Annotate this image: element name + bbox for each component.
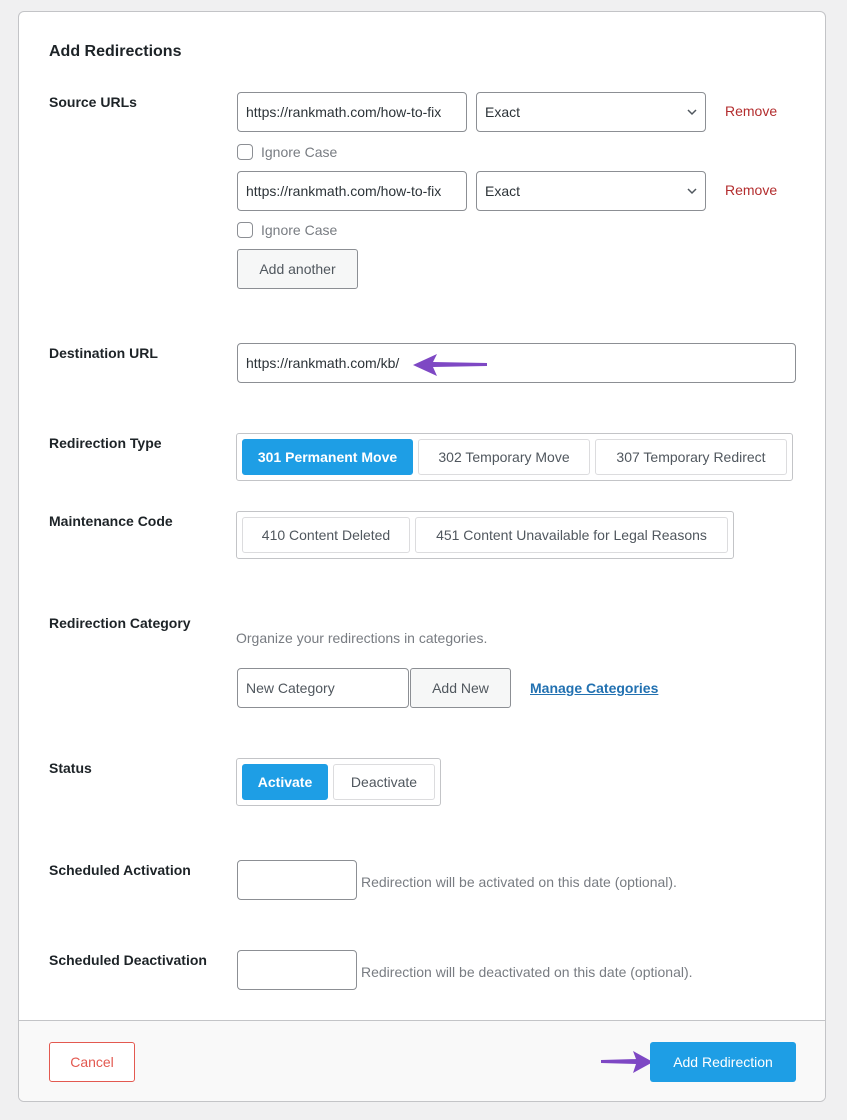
maintenance-code-451[interactable]: 451 Content Unavailable for Legal Reason… <box>415 517 728 553</box>
manage-categories-link[interactable]: Manage Categories <box>530 680 658 696</box>
add-redirection-button[interactable]: Add Redirection <box>650 1042 796 1082</box>
match-type-value-2: Exact <box>485 183 521 199</box>
destination-url-input[interactable]: https://rankmath.com/kb/ <box>237 343 796 383</box>
ignore-case-label-2: Ignore Case <box>261 222 338 238</box>
category-description: Organize your redirections in categories… <box>236 630 488 646</box>
match-type-select-2[interactable]: Exact <box>476 171 706 211</box>
source-url-value-1: https://rankmath.com/how-to-fix <box>246 104 442 120</box>
maintenance-code-label: Maintenance Code <box>49 513 173 529</box>
source-urls-label: Source URLs <box>49 94 137 110</box>
scheduled-activation-input[interactable] <box>237 860 357 900</box>
add-another-button[interactable]: Add another <box>237 249 358 289</box>
chevron-down-icon <box>687 109 697 116</box>
match-type-value-1: Exact <box>485 104 521 120</box>
panel-footer: Cancel Add Redirection <box>19 1020 825 1101</box>
scheduled-deactivation-label: Scheduled Deactivation <box>49 952 207 968</box>
maintenance-code-group: 410 Content Deleted 451 Content Unavaila… <box>236 511 734 559</box>
new-category-input[interactable]: New Category <box>237 668 409 708</box>
source-url-input-2[interactable]: https://rankmath.com/how-to-fix <box>237 171 467 211</box>
redirection-type-302[interactable]: 302 Temporary Move <box>418 439 590 475</box>
status-group: Activate Deactivate <box>236 758 441 806</box>
add-new-category-button[interactable]: Add New <box>410 668 511 708</box>
add-redirections-panel: Add Redirections Source URLs https://ran… <box>18 11 826 1102</box>
redirection-type-group: 301 Permanent Move 302 Temporary Move 30… <box>236 433 793 481</box>
redirection-category-label: Redirection Category <box>49 615 191 631</box>
status-label: Status <box>49 760 92 776</box>
chevron-down-icon <box>687 188 697 195</box>
new-category-placeholder: New Category <box>246 680 335 696</box>
scheduled-activation-label: Scheduled Activation <box>49 862 191 878</box>
ignore-case-checkbox-2[interactable] <box>237 222 253 238</box>
remove-source-url-1[interactable]: Remove <box>725 103 777 119</box>
panel-title: Add Redirections <box>49 43 182 60</box>
scheduled-deactivation-input[interactable] <box>237 950 357 990</box>
source-url-value-2: https://rankmath.com/how-to-fix <box>246 183 442 199</box>
ignore-case-row-2[interactable]: Ignore Case <box>237 222 337 238</box>
status-activate[interactable]: Activate <box>242 764 328 800</box>
remove-source-url-2[interactable]: Remove <box>725 182 777 198</box>
status-deactivate[interactable]: Deactivate <box>333 764 435 800</box>
redirection-type-label: Redirection Type <box>49 435 162 451</box>
destination-url-value: https://rankmath.com/kb/ <box>246 355 400 371</box>
match-type-select-1[interactable]: Exact <box>476 92 706 132</box>
maintenance-code-410[interactable]: 410 Content Deleted <box>242 517 410 553</box>
scheduled-activation-description: Redirection will be activated on this da… <box>361 874 677 890</box>
ignore-case-checkbox-1[interactable] <box>237 144 253 160</box>
cancel-button[interactable]: Cancel <box>49 1042 135 1082</box>
scheduled-deactivation-description: Redirection will be deactivated on this … <box>361 964 693 980</box>
ignore-case-row-1[interactable]: Ignore Case <box>237 144 337 160</box>
destination-url-label: Destination URL <box>49 345 158 361</box>
redirection-type-301[interactable]: 301 Permanent Move <box>242 439 413 475</box>
redirection-type-307[interactable]: 307 Temporary Redirect <box>595 439 787 475</box>
source-url-input-1[interactable]: https://rankmath.com/how-to-fix <box>237 92 467 132</box>
ignore-case-label-1: Ignore Case <box>261 144 338 160</box>
annotation-arrow-icon <box>601 1051 653 1073</box>
annotation-arrow-icon <box>413 354 487 376</box>
